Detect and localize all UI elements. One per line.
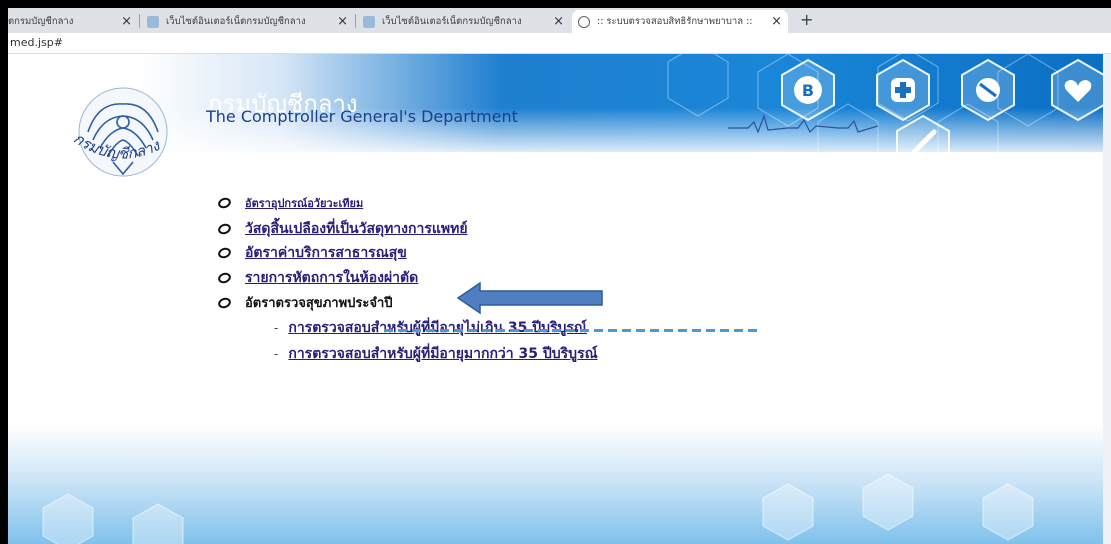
header-banner: กรมบัญชีกลาง กรมบัญชีกลาง The Comptrolle…	[8, 54, 1103, 177]
tab-bar: ตกรมบัญชีกลาง × เว็บไซต์อินเตอร์เน็ตกรมบ…	[8, 8, 1111, 34]
vertical-scrollbar[interactable]	[1103, 54, 1111, 544]
submenu-link[interactable]: การตรวจสอบสำหรับผู้ที่มีอายุมากกว่า 35 ป…	[288, 343, 597, 365]
bullet-icon	[216, 271, 233, 285]
dotted-divider	[384, 329, 760, 332]
url-text: med.jsp#	[10, 36, 63, 49]
address-bar[interactable]: med.jsp#	[8, 33, 1111, 54]
close-tab-icon[interactable]: ×	[121, 14, 132, 29]
site-favicon-icon	[363, 15, 375, 28]
tab-3[interactable]: เว็บไซต์อินเตอร์เน็ตกรมบัญชีกลาง ×	[357, 10, 570, 33]
tab-separator	[139, 14, 140, 28]
bullet-icon	[216, 295, 233, 310]
menu-link[interactable]: วัสดุสิ้นเปลืองที่เป็นวัสดุทางการแพทย์	[245, 218, 468, 240]
syringe-icon	[896, 114, 950, 152]
bullet-icon	[216, 246, 233, 260]
browser-window: ตกรมบัญชีกลาง × เว็บไซต์อินเตอร์เน็ตกรมบ…	[8, 8, 1111, 544]
close-tab-icon[interactable]: ×	[337, 14, 348, 29]
bottom-hexagon-pattern	[42, 473, 1034, 544]
site-favicon-icon	[147, 15, 159, 28]
close-tab-icon[interactable]: ×	[553, 14, 564, 29]
menu-item-public-health-fees[interactable]: อัตราค่าบริการสาธารณสุข	[216, 242, 407, 264]
svg-text:กรมบัญชีกลาง: กรมบัญชีกลาง	[70, 129, 163, 163]
tab-active[interactable]: :: ระบบตรวจสอบสิทธิรักษาพยาบาล :: ×	[572, 10, 788, 33]
bitcoin-icon: B	[781, 58, 835, 122]
menu-heading: อัตราตรวจสุขภาพประจำปี	[245, 296, 393, 311]
new-tab-button[interactable]: +	[800, 10, 813, 29]
menu-link[interactable]: อัตราอุปกรณ์อวัยวะเทียม	[245, 194, 363, 212]
sub-bullet: -	[274, 321, 279, 335]
submenu-link[interactable]: การตรวจสอบสำหรับผู้ที่มีอายุไม่เกิน 35 ป…	[288, 317, 587, 339]
menu-item-annual-checkup: อัตราตรวจสุขภาพประจำปี	[216, 292, 393, 313]
submenu-item-under-35[interactable]: - การตรวจสอบสำหรับผู้ที่มีอายุไม่เกิน 35…	[274, 317, 587, 339]
svg-text:B: B	[802, 81, 814, 100]
tab-separator	[355, 14, 356, 28]
annotation-arrow-icon	[456, 281, 603, 315]
heart-pulse-icon	[1051, 58, 1103, 122]
footer-background	[8, 424, 1103, 544]
close-tab-icon[interactable]: ×	[771, 14, 782, 29]
menu-item-medical-supplies[interactable]: วัสดุสิ้นเปลืองที่เป็นวัสดุทางการแพทย์	[216, 218, 468, 240]
bullet-icon	[216, 196, 233, 210]
submenu-item-over-35[interactable]: - การตรวจสอบสำหรับผู้ที่มีอายุมากกว่า 35…	[274, 343, 598, 365]
menu-link[interactable]: รายการหัตถการในห้องผ่าตัด	[245, 267, 418, 289]
menu-item-operating-room[interactable]: รายการหัตถการในห้องผ่าตัด	[216, 267, 418, 289]
tab-1[interactable]: ตกรมบัญชีกลาง ×	[8, 10, 138, 33]
globe-icon	[578, 15, 590, 28]
sub-bullet: -	[274, 347, 279, 361]
bullet-icon	[216, 222, 233, 236]
page-content: กรมบัญชีกลาง กรมบัญชีกลาง The Comptrolle…	[8, 54, 1103, 544]
tab-title: ตกรมบัญชีกลาง	[8, 16, 74, 27]
tab-title: เว็บไซต์อินเตอร์เน็ตกรมบัญชีกลาง	[166, 16, 306, 27]
logo-text-arc: กรมบัญชีกลาง	[70, 129, 163, 163]
menu-item-prosthetics[interactable]: อัตราอุปกรณ์อวัยวะเทียม	[216, 194, 363, 212]
tab-title: :: ระบบตรวจสอบสิทธิรักษาพยาบาล ::	[597, 16, 753, 27]
page-title-english: The Comptroller General's Department	[206, 107, 518, 126]
medical-icons: B	[781, 58, 1103, 152]
plus-icon	[876, 58, 930, 122]
pill-icon	[961, 58, 1015, 122]
tab-title: เว็บไซต์อินเตอร์เน็ตกรมบัญชีกลาง	[382, 16, 522, 27]
menu-link[interactable]: อัตราค่าบริการสาธารณสุข	[245, 242, 407, 264]
tab-2[interactable]: เว็บไซต์อินเตอร์เน็ตกรมบัญชีกลาง ×	[141, 10, 354, 33]
